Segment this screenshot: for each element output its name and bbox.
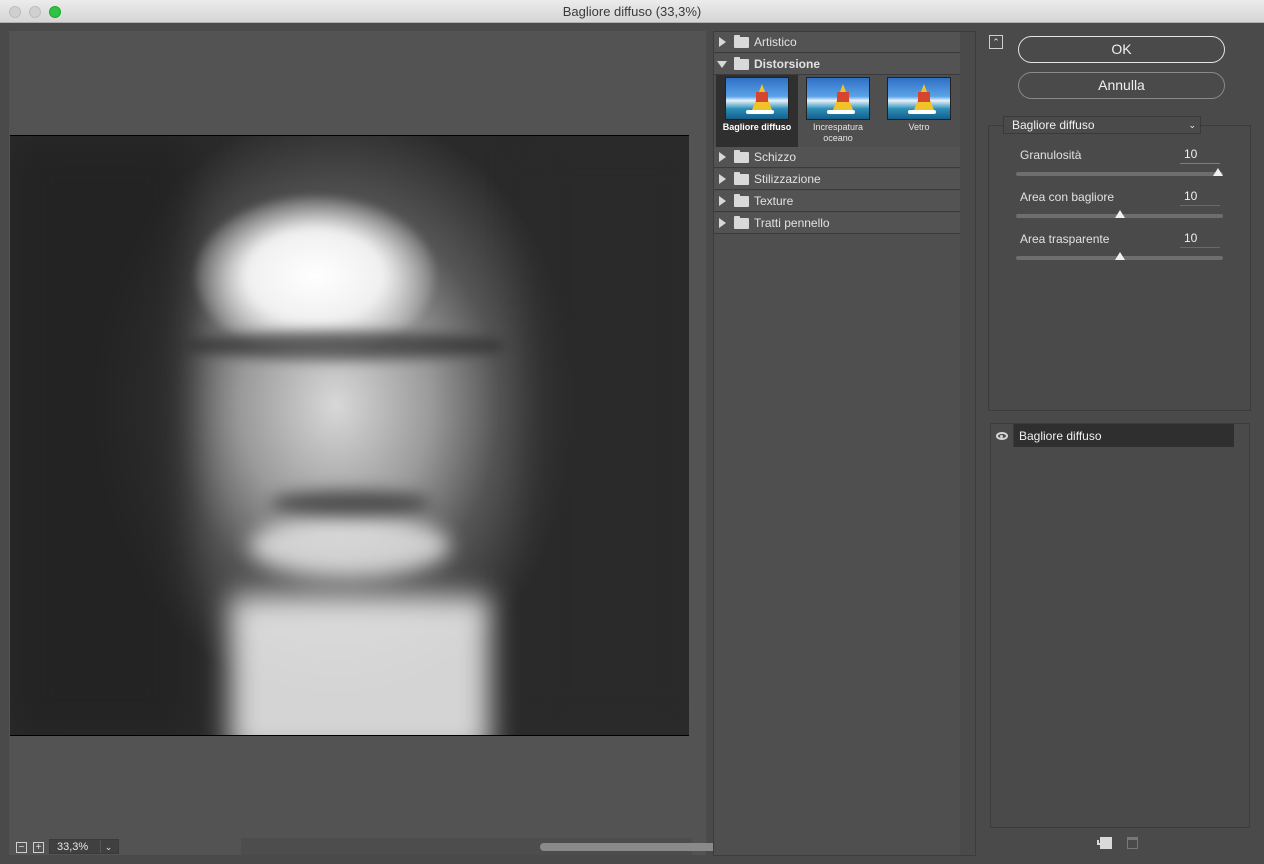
- cancel-button[interactable]: Annulla: [1018, 72, 1225, 99]
- collapse-gallery-icon[interactable]: ⌃: [989, 35, 1003, 49]
- granulosita-slider[interactable]: [1016, 168, 1223, 176]
- folder-icon: [734, 35, 749, 48]
- category-schizzo[interactable]: Schizzo: [714, 147, 960, 168]
- area-trasparente-slider[interactable]: [1016, 252, 1223, 260]
- expand-arrow-icon: [719, 37, 726, 47]
- category-label: Tratti pennello: [754, 216, 830, 230]
- ok-button[interactable]: OK: [1018, 36, 1225, 63]
- expand-arrow-icon: [719, 218, 726, 228]
- expand-arrow-icon: [719, 196, 726, 206]
- filter-thumb-increspatura-oceano[interactable]: Increspatura oceano: [797, 75, 879, 147]
- zoom-out-button[interactable]: −: [16, 842, 27, 853]
- param-label-granulosita: Granulosità: [1020, 148, 1082, 162]
- title-bar: Bagliore diffuso (33,3%): [0, 0, 1264, 23]
- horizontal-scrollbar[interactable]: [241, 838, 855, 855]
- category-label: Distorsione: [754, 57, 821, 71]
- zoom-value: 33,3%: [57, 841, 89, 853]
- folder-icon: [734, 194, 749, 207]
- category-label: Schizzo: [754, 150, 797, 164]
- filter-select[interactable]: Bagliore diffuso ⌄: [1003, 116, 1201, 134]
- preview-image: [10, 135, 689, 736]
- expand-arrow-icon: [719, 174, 726, 184]
- window-title: Bagliore diffuso (33,3%): [562, 4, 702, 19]
- granulosita-input[interactable]: 10: [1180, 146, 1220, 164]
- effect-layer-row[interactable]: Bagliore diffuso: [991, 424, 1235, 447]
- collapse-arrow-icon: [717, 61, 727, 68]
- new-effect-layer-icon[interactable]: [1097, 837, 1112, 849]
- filter-thumb-vetro[interactable]: Vetro: [878, 75, 960, 147]
- folder-icon: [734, 216, 749, 229]
- effect-layer-name: Bagliore diffuso: [1019, 429, 1102, 443]
- category-label: Artistico: [754, 35, 797, 49]
- slider-knob[interactable]: [1213, 168, 1223, 176]
- chevron-down-icon: ⌄: [1188, 120, 1196, 130]
- gallery-scrollbar[interactable]: [960, 32, 975, 855]
- category-artistico[interactable]: Artistico: [714, 32, 960, 53]
- filter-gallery: Artistico Distorsione Bagliore diffuso I…: [713, 31, 976, 856]
- folder-icon: [734, 172, 749, 185]
- effect-layers-panel: Bagliore diffuso: [990, 423, 1250, 828]
- trash-icon[interactable]: [1127, 837, 1138, 849]
- category-distorsione[interactable]: Distorsione: [714, 54, 960, 75]
- filter-thumbnails: Bagliore diffuso Increspatura oceano Vet…: [714, 75, 960, 147]
- category-texture[interactable]: Texture: [714, 191, 960, 212]
- param-label-area-con-bagliore: Area con bagliore: [1020, 190, 1115, 204]
- layers-scrollbar[interactable]: [1234, 424, 1249, 827]
- folder-icon: [734, 150, 749, 163]
- filter-thumb-label: Bagliore diffuso: [722, 122, 792, 132]
- zoom-in-button[interactable]: +: [33, 842, 44, 853]
- param-label-area-trasparente: Area trasparente: [1020, 232, 1110, 246]
- expand-arrow-icon: [719, 152, 726, 162]
- area-trasparente-input[interactable]: 10: [1180, 230, 1220, 248]
- filter-thumb-label: Increspatura oceano: [812, 122, 864, 143]
- zoom-select[interactable]: 33,3% ⌄: [49, 839, 119, 854]
- filter-settings-panel: [988, 125, 1251, 411]
- chevron-down-icon: ⌄: [100, 840, 116, 853]
- category-stilizzazione[interactable]: Stilizzazione: [714, 169, 960, 190]
- zoom-bar: − + 33,3% ⌄: [9, 838, 855, 855]
- slider-knob[interactable]: [1114, 210, 1125, 218]
- visibility-toggle[interactable]: [991, 424, 1014, 447]
- area-con-bagliore-slider[interactable]: [1016, 210, 1223, 218]
- slider-knob[interactable]: [1114, 252, 1125, 260]
- filter-thumb-bagliore-diffuso[interactable]: Bagliore diffuso: [716, 75, 798, 147]
- area-con-bagliore-input[interactable]: 10: [1180, 188, 1220, 206]
- category-label: Stilizzazione: [754, 172, 821, 186]
- filter-select-value: Bagliore diffuso: [1012, 118, 1095, 132]
- filter-thumb-label: Vetro: [908, 122, 930, 132]
- category-label: Texture: [754, 194, 794, 208]
- category-tratti-pennello[interactable]: Tratti pennello: [714, 213, 960, 234]
- eye-icon: [996, 432, 1008, 440]
- folder-open-icon: [734, 57, 749, 70]
